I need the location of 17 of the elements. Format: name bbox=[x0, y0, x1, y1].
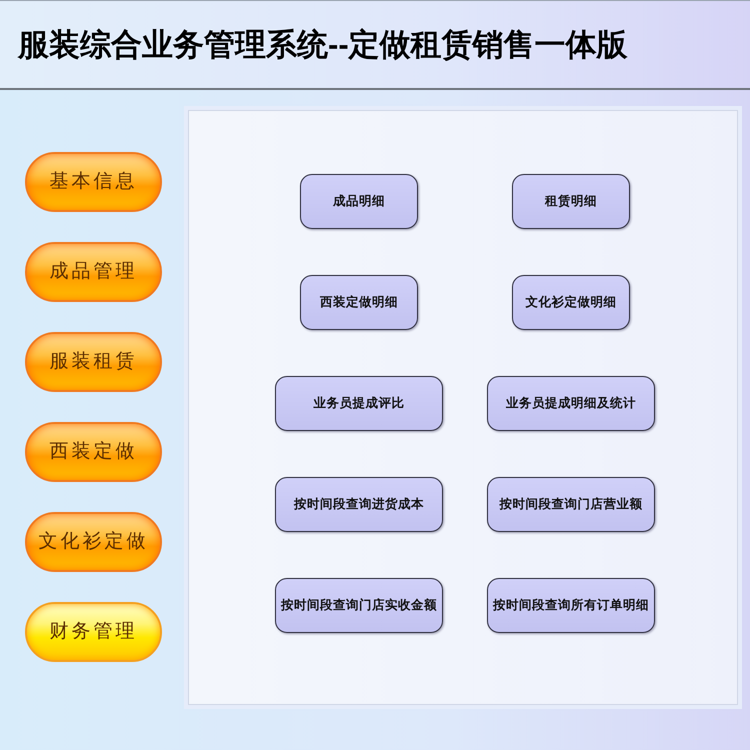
sidebar-button[interactable]: 基本信息 bbox=[25, 152, 162, 212]
sidebar-button[interactable]: 财务管理 bbox=[25, 602, 162, 662]
sidebar-button[interactable]: 西装定做 bbox=[25, 422, 162, 482]
report-button[interactable]: 业务员提成评比 bbox=[275, 376, 443, 431]
report-button[interactable]: 文化衫定做明细 bbox=[512, 275, 630, 330]
report-button[interactable]: 成品明细 bbox=[300, 174, 418, 229]
sidebar-button[interactable]: 文化衫定做 bbox=[25, 512, 162, 572]
report-button[interactable]: 租赁明细 bbox=[512, 174, 630, 229]
report-button[interactable]: 按时间段查询所有订单明细 bbox=[487, 578, 655, 633]
report-button[interactable]: 按时间段查询门店实收金额 bbox=[275, 578, 443, 633]
report-button[interactable]: 按时间段查询门店营业额 bbox=[487, 477, 655, 532]
report-button[interactable]: 业务员提成明细及统计 bbox=[487, 376, 655, 431]
window-title: 服装综合业务管理系统--定做租赁销售一体版 bbox=[18, 29, 628, 60]
report-button[interactable]: 西装定做明细 bbox=[300, 275, 418, 330]
report-button[interactable]: 按时间段查询进货成本 bbox=[275, 477, 443, 532]
sidebar-button[interactable]: 成品管理 bbox=[25, 242, 162, 302]
sidebar-button[interactable]: 服装租赁 bbox=[25, 332, 162, 392]
